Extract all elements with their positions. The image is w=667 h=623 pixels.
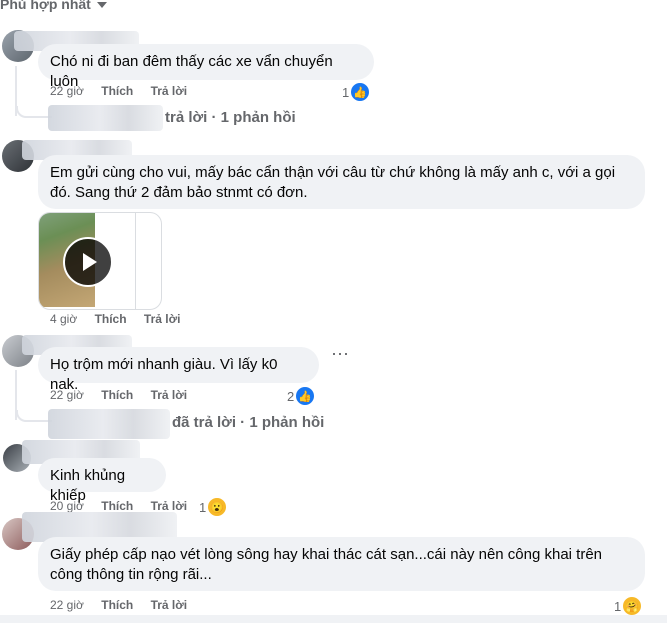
comment-meta: 22 giờ Thích Trả lời (50, 598, 187, 612)
chevron-down-icon (96, 2, 107, 9)
reply-connector (16, 410, 52, 422)
comment-meta: 20 giờ Thích Trả lời (50, 499, 187, 513)
view-replies-link[interactable]: đã trả lời · 1 phản hồi (172, 414, 324, 431)
like-reaction-icon: 👍 (294, 385, 317, 407)
comment-text: Giấy phép cấp nạo vét lòng sông hay khai… (50, 546, 603, 583)
horizontal-scrollbar[interactable] (0, 615, 667, 623)
reply-connector (16, 106, 52, 118)
wow-reaction-icon: 😮 (206, 496, 229, 518)
reaction-count: 1 (614, 598, 622, 614)
comment-bubble: Giấy phép cấp nạo vét lòng sông hay khai… (38, 537, 645, 591)
comment-bubble: Em gửi cùng cho vui, mấy bác cẩn thận vớ… (38, 155, 645, 209)
reply-button[interactable]: Trả lời (144, 312, 181, 326)
comment-time[interactable]: 22 giờ (50, 84, 84, 98)
divider (135, 213, 136, 309)
comment-time[interactable]: 4 giờ (50, 312, 77, 326)
reaction-summary[interactable]: 1 👍 (342, 81, 372, 103)
view-replies-link[interactable]: trả lời · 1 phản hồi (165, 109, 296, 126)
more-options-icon[interactable]: ⋯ (331, 344, 350, 365)
like-button[interactable]: Thích (101, 84, 133, 98)
comment-bubble: Họ trộm mới nhanh giàu. Vì lấy k0 nak. (38, 347, 319, 393)
like-button[interactable]: Thích (101, 499, 133, 513)
reaction-summary[interactable]: 1 🤗 (614, 595, 644, 617)
sort-dropdown[interactable]: Phù hợp nhất (0, 0, 107, 12)
blurred-reply-avatars (48, 105, 163, 131)
reaction-count: 2 (287, 388, 295, 404)
like-button[interactable]: Thích (101, 598, 133, 612)
reply-button[interactable]: Trả lời (151, 598, 188, 612)
reaction-summary[interactable]: 2 👍 (287, 385, 317, 407)
comment-time[interactable]: 22 giờ (50, 388, 84, 402)
like-button[interactable]: Thích (95, 312, 127, 326)
comment-meta: 4 giờ Thích Trả lời (50, 312, 180, 326)
comment-meta: 22 giờ Thích Trả lời (50, 388, 187, 402)
comment-time[interactable]: 22 giờ (50, 598, 84, 612)
reaction-count: 1 (342, 84, 350, 100)
reply-button[interactable]: Trả lời (151, 388, 188, 402)
comment-time[interactable]: 20 giờ (50, 499, 84, 513)
like-button[interactable]: Thích (101, 388, 133, 402)
sort-label: Phù hợp nhất (0, 0, 91, 12)
comment-meta: 22 giờ Thích Trả lời (50, 84, 187, 98)
blurred-reply-avatars (48, 409, 170, 439)
reply-button[interactable]: Trả lời (151, 84, 188, 98)
reaction-count: 1 (199, 499, 207, 515)
care-reaction-icon: 🤗 (621, 595, 644, 617)
play-icon[interactable] (63, 237, 113, 287)
reply-button[interactable]: Trả lời (151, 499, 188, 513)
comment-text: Em gửi cùng cho vui, mấy bác cẩn thận vớ… (50, 164, 616, 201)
comment-bubble: Chó ni đi ban đêm thấy các xe vẩn chuyển… (38, 44, 374, 90)
reaction-summary[interactable]: 1 😮 (199, 496, 229, 518)
like-reaction-icon: 👍 (349, 81, 372, 103)
comment-bubble: Kinh khủng khiếp (38, 458, 166, 504)
